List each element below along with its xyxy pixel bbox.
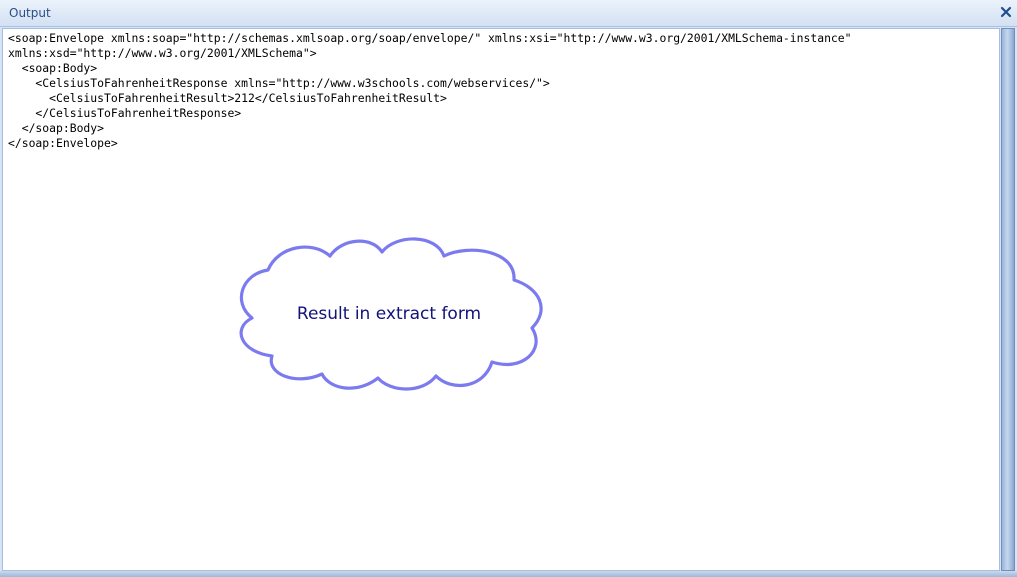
xml-line: <soap:Body> xyxy=(8,61,98,75)
xml-output: <soap:Envelope xmlns:soap="http://schema… xyxy=(8,31,852,151)
xml-line: <CelsiusToFahrenheitResult>212</CelsiusT… xyxy=(8,91,447,105)
xml-line: <soap:Envelope xmlns:soap="http://schema… xyxy=(8,31,852,45)
close-icon[interactable] xyxy=(998,4,1014,20)
vertical-scrollbar[interactable] xyxy=(1001,28,1015,571)
callout-text: Result in extract form xyxy=(296,304,482,324)
panel-titlebar: Output xyxy=(0,0,1017,27)
xml-line: <CelsiusToFahrenheitResponse xmlns="http… xyxy=(8,76,550,90)
output-panel: Output <soap:Envelope xmlns:soap="http:/… xyxy=(0,0,1017,577)
xml-line: </soap:Envelope> xyxy=(8,136,118,150)
panel-title: Output xyxy=(9,6,51,20)
xml-line: </soap:Body> xyxy=(8,121,105,135)
xml-line: xmlns:xsd="http://www.w3.org/2001/XMLSch… xyxy=(8,46,317,60)
bottom-border xyxy=(0,571,1017,577)
xml-line: </CelsiusToFahrenheitResponse> xyxy=(8,106,242,120)
